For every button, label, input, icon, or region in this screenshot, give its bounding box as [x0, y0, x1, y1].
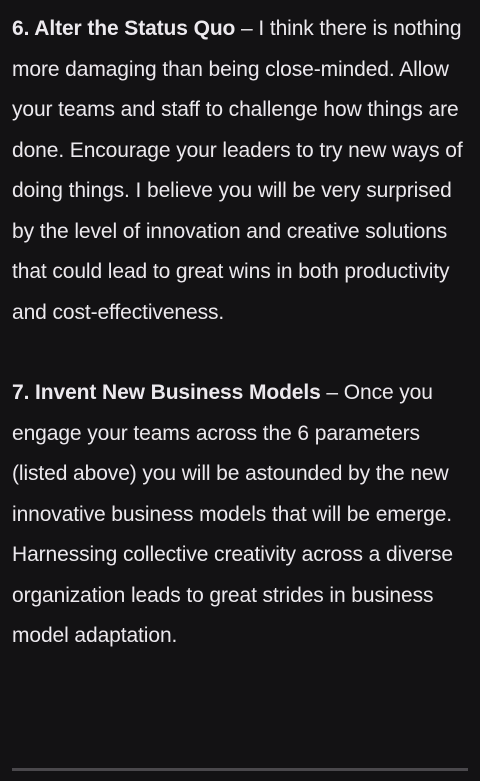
paragraph-heading: 7. Invent New Business Models — [12, 381, 321, 404]
paragraph-alter-status-quo: 6. Alter the Status Quo – I think there … — [12, 9, 470, 333]
heading-separator: – — [235, 17, 259, 40]
paragraph-invent-business-models: 7. Invent New Business Models – Once you… — [12, 373, 470, 657]
heading-separator: – — [320, 381, 344, 404]
paragraph-text: Once you engage your teams across the 6 … — [12, 381, 453, 647]
section-divider — [12, 768, 468, 771]
paragraph-text: I think there is nothing more damaging t… — [12, 17, 463, 324]
article-body: 6. Alter the Status Quo – I think there … — [12, 9, 470, 657]
paragraph-heading: 6. Alter the Status Quo — [12, 17, 236, 40]
